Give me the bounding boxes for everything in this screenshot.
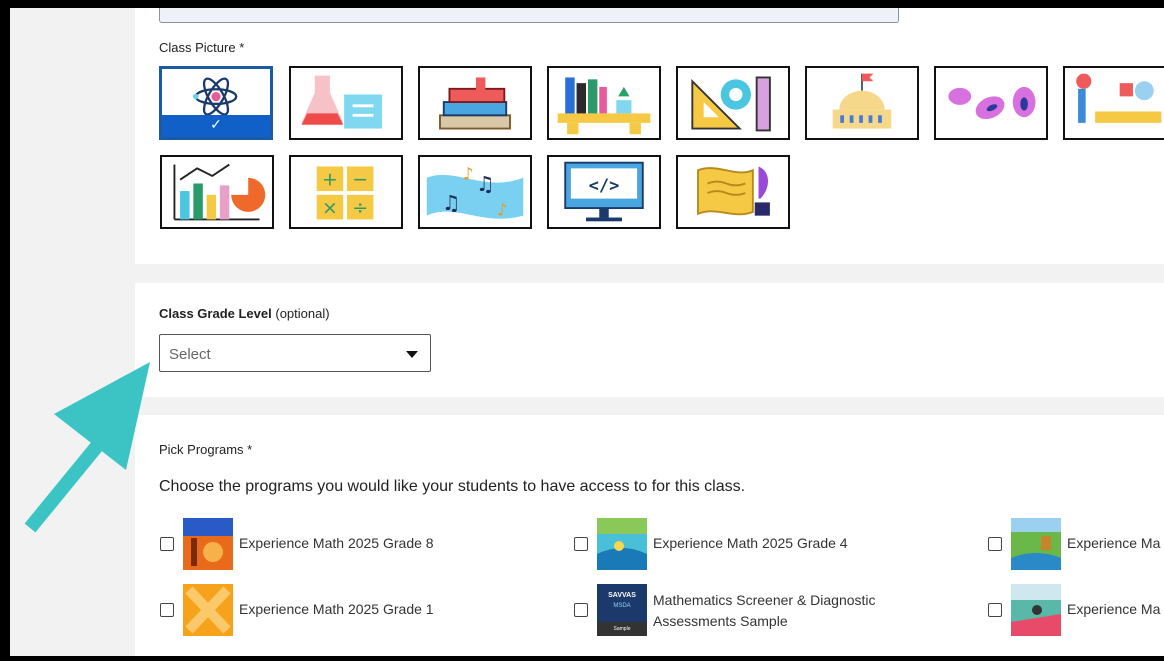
program-checkbox[interactable] — [574, 603, 588, 617]
chemistry-picture[interactable] — [289, 66, 403, 140]
svg-text:♪: ♪ — [497, 201, 508, 221]
program-label: Experience Math 2025 Grade 4 — [653, 535, 848, 551]
art-supplies-picture[interactable] — [1063, 66, 1164, 140]
program-thumbnail — [1011, 584, 1061, 636]
program-label: Mathematics Screener & Diagnostic Assess… — [653, 592, 876, 629]
program-item[interactable]: Experience Ma — [988, 584, 1164, 636]
programs-description: Choose the programs you would like your … — [159, 478, 746, 495]
books-picture[interactable] — [418, 66, 532, 140]
capitol-building-picture[interactable] — [805, 66, 919, 140]
program-label: Experience Ma — [1067, 535, 1161, 551]
bookshelf-picture[interactable] — [547, 66, 661, 140]
svg-text:♫: ♫ — [442, 191, 461, 215]
class-picture-card: Class Picture * ✓ + − × ÷ ♫ ♫ ♪ ♪ </> — [135, 8, 1164, 264]
program-item[interactable]: SAVVAS MSDA Sample Mathematics Screener … — [574, 584, 974, 636]
svg-text:÷: ÷ — [352, 197, 368, 219]
program-checkbox[interactable] — [988, 537, 1002, 551]
program-thumbnail — [183, 584, 233, 636]
svg-text:−: − — [352, 168, 368, 190]
program-thumbnail — [1011, 518, 1061, 570]
program-label: Experience Ma — [1067, 601, 1161, 617]
program-checkbox[interactable] — [574, 537, 588, 551]
svg-text:♪: ♪ — [463, 165, 474, 185]
math-operators-picture[interactable]: + − × ÷ — [289, 155, 403, 229]
svg-text:+: + — [322, 168, 338, 190]
music-notes-picture[interactable]: ♫ ♫ ♪ ♪ — [418, 155, 532, 229]
program-label: Experience Math 2025 Grade 8 — [239, 535, 434, 551]
page: Class Picture * ✓ + − × ÷ ♫ ♫ ♪ ♪ </> Cl… — [10, 8, 1164, 656]
thumb-msda: MSDA — [613, 603, 631, 609]
scroll-quill-picture[interactable] — [676, 155, 790, 229]
program-item[interactable]: Experience Math 2025 Grade 4 — [574, 518, 974, 570]
svg-text:♫: ♫ — [476, 172, 495, 196]
program-item[interactable]: Experience Ma — [988, 518, 1164, 570]
svg-text:×: × — [322, 197, 338, 219]
program-item[interactable]: Experience Math 2025 Grade 8 — [160, 518, 560, 570]
program-item[interactable]: Experience Math 2025 Grade 1 — [160, 584, 560, 636]
program-thumbnail: SAVVAS MSDA Sample — [597, 584, 647, 636]
program-checkbox[interactable] — [160, 603, 174, 617]
code-monitor-picture[interactable]: </> — [547, 155, 661, 229]
annotation-arrow — [24, 362, 150, 533]
program-checkbox[interactable] — [988, 603, 1002, 617]
program-thumbnail — [597, 518, 647, 570]
chevron-down-icon — [406, 351, 418, 358]
geometry-tools-picture[interactable] — [676, 66, 790, 140]
svg-text:</>: </> — [589, 176, 620, 196]
program-label: Experience Math 2025 Grade 1 — [239, 601, 434, 617]
optional-note: (optional) — [275, 306, 330, 321]
thumb-brand: SAVVAS — [608, 592, 636, 599]
check-icon: ✓ — [210, 116, 222, 132]
bacteria-picture[interactable] — [934, 66, 1048, 140]
thumb-sample: Sample — [597, 622, 647, 636]
class-name-input[interactable] — [159, 8, 899, 23]
